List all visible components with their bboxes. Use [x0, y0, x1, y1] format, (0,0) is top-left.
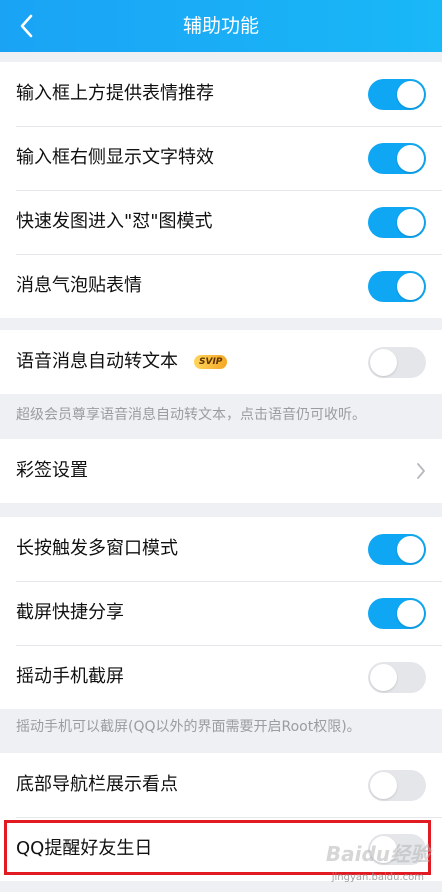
settings-group-color-sign: 彩签设置 [0, 439, 442, 503]
page-title: 辅助功能 [182, 15, 259, 37]
shake-screenshot-toggle[interactable] [368, 662, 426, 693]
svip-badge: SVIP [194, 355, 228, 369]
voice-to-text-label: 语音消息自动转文本 [16, 351, 178, 372]
toggle-knob [370, 349, 397, 376]
setting-label: 输入框上方提供表情推荐 [16, 83, 214, 104]
setting-row-text-effects: 输入框右侧显示文字特效 [0, 126, 442, 190]
setting-label: 长按触发多窗口模式 [16, 538, 178, 559]
chevron-right-icon [417, 463, 425, 479]
setting-row-voice-to-text: 语音消息自动转文本 SVIP [0, 330, 442, 394]
setting-label: 截屏快捷分享 [16, 602, 124, 623]
settings-group-input: 输入框上方提供表情推荐 输入框右侧显示文字特效 快速发图进入"怼"图模式 消息气… [0, 62, 442, 318]
setting-label: 彩签设置 [16, 460, 88, 481]
screenshot-share-toggle[interactable] [368, 598, 426, 629]
setting-row-bubble-sticker: 消息气泡贴表情 [0, 254, 442, 318]
toggle-knob [397, 209, 424, 236]
shake-hint-text: 摇动手机可以截屏(QQ以外的界面需要开启Root权限)。 [16, 719, 361, 735]
quick-image-toggle[interactable] [368, 207, 426, 238]
setting-row-multiwindow: 长按触发多窗口模式 [0, 517, 442, 581]
toggle-knob [370, 664, 397, 691]
setting-label: 消息气泡贴表情 [16, 275, 142, 296]
settings-group-screen: 长按触发多窗口模式 截屏快捷分享 摇动手机截屏 [0, 517, 442, 709]
toggle-knob [397, 536, 424, 563]
voice-to-text-toggle[interactable] [368, 347, 426, 378]
toggle-knob [397, 600, 424, 627]
toggle-knob [397, 273, 424, 300]
setting-label: 底部导航栏展示看点 [16, 774, 178, 795]
voice-hint-text: 超级会员尊享语音消息自动转文本，点击语音仍可收听。 [16, 407, 366, 423]
settings-group-voice: 语音消息自动转文本 SVIP [0, 330, 442, 394]
text-effects-toggle[interactable] [368, 143, 426, 174]
multiwindow-toggle[interactable] [368, 534, 426, 565]
nav-kandian-toggle[interactable] [368, 770, 426, 801]
setting-label: QQ提醒好友生日 [16, 838, 153, 859]
setting-row-shake-screenshot: 摇动手机截屏 [0, 645, 442, 709]
bubble-sticker-toggle[interactable] [368, 271, 426, 302]
baidu-watermark: Baidu经验 [325, 842, 430, 866]
setting-label: 输入框右侧显示文字特效 [16, 147, 214, 168]
toggle-knob [397, 145, 424, 172]
setting-row-nav-kandian: 底部导航栏展示看点 [0, 753, 442, 817]
toggle-knob [370, 772, 397, 799]
setting-row-emoji-recommend: 输入框上方提供表情推荐 [0, 62, 442, 126]
setting-label: 语音消息自动转文本 SVIP [16, 330, 228, 394]
title-bar: 辅助功能 [0, 0, 442, 52]
emoji-recommend-toggle[interactable] [368, 79, 426, 110]
setting-row-screenshot-share: 截屏快捷分享 [0, 581, 442, 645]
baidu-watermark-url: jingyan.baidu.com [331, 872, 424, 883]
setting-row-quick-image: 快速发图进入"怼"图模式 [0, 190, 442, 254]
setting-label: 摇动手机截屏 [16, 666, 124, 687]
setting-label: 快速发图进入"怼"图模式 [16, 211, 213, 232]
setting-row-color-sign[interactable]: 彩签设置 [0, 439, 442, 503]
toggle-knob [397, 81, 424, 108]
